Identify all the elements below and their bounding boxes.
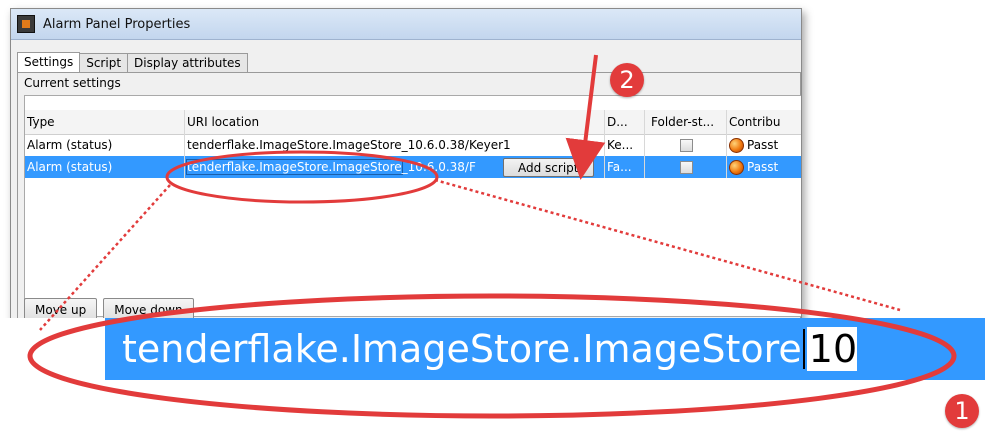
- status-orb-icon: [729, 137, 744, 153]
- folder-state-checkbox[interactable]: [680, 138, 693, 152]
- folder-state-checkbox[interactable]: [680, 160, 693, 174]
- zoomed-uri-text: tenderflake.ImageStore.ImageStore 10: [122, 323, 858, 375]
- table-row-selected[interactable]: Alarm (status) tenderflake.ImageStore.Im…: [25, 156, 801, 178]
- table-header: Type URI location D... Folder-st... Cont…: [25, 110, 801, 135]
- column-d[interactable]: D...: [605, 110, 645, 134]
- callout-badge-1: 1: [945, 394, 979, 428]
- column-uri-location[interactable]: URI location: [185, 110, 605, 134]
- zoomed-remaining-text: 10: [806, 327, 858, 371]
- text-caret: [802, 329, 805, 369]
- settings-table: Type URI location D... Folder-st... Cont…: [24, 95, 801, 317]
- contribution-value: Passt: [747, 138, 779, 152]
- row-type: Alarm (status): [25, 134, 185, 156]
- zoomed-selected-text: tenderflake.ImageStore.ImageStore: [122, 327, 802, 371]
- column-folder-state[interactable]: Folder-st...: [645, 110, 727, 134]
- zoom-under: [105, 380, 985, 434]
- folder-state-cell: [645, 156, 727, 178]
- callout-badge-2: 2: [610, 63, 644, 97]
- properties-dialog: Alarm Panel Properties Settings Script D…: [10, 8, 802, 330]
- row-d: Fa...: [605, 156, 645, 178]
- row-d: Ke...: [605, 134, 645, 156]
- row-uri[interactable]: tenderflake.ImageStore.ImageStore_10.6.0…: [185, 134, 605, 156]
- row-type: Alarm (status): [25, 156, 185, 178]
- column-contribution[interactable]: Contribu: [727, 110, 801, 134]
- tab-display-attributes[interactable]: Display attributes: [127, 53, 248, 74]
- table-row[interactable]: Alarm (status) tenderflake.ImageStore.Im…: [25, 134, 801, 156]
- column-type[interactable]: Type: [25, 110, 185, 134]
- zoom-background: [0, 318, 105, 380]
- folder-state-cell: [645, 134, 727, 156]
- contribution-cell: Passt: [727, 156, 801, 178]
- add-script-button[interactable]: Add script: [503, 158, 594, 177]
- uri-selected-text: tenderflake.ImageStore.ImageStore: [186, 159, 403, 175]
- contribution-cell: Passt: [727, 134, 801, 156]
- tab-script[interactable]: Script: [79, 53, 129, 74]
- status-orb-icon: [729, 159, 744, 175]
- uri-remaining-text: _10.6.0.38/F: [401, 160, 476, 174]
- app-icon: [17, 15, 35, 33]
- contribution-value: Passt: [747, 160, 779, 174]
- title-bar: Alarm Panel Properties: [11, 9, 801, 40]
- window-title: Alarm Panel Properties: [43, 16, 191, 32]
- settings-panel: Current settings Type URI location D... …: [17, 72, 801, 329]
- current-settings-label: Current settings: [24, 76, 121, 90]
- uri-edit-field[interactable]: tenderflake.ImageStore.ImageStore _10.6.…: [185, 156, 605, 178]
